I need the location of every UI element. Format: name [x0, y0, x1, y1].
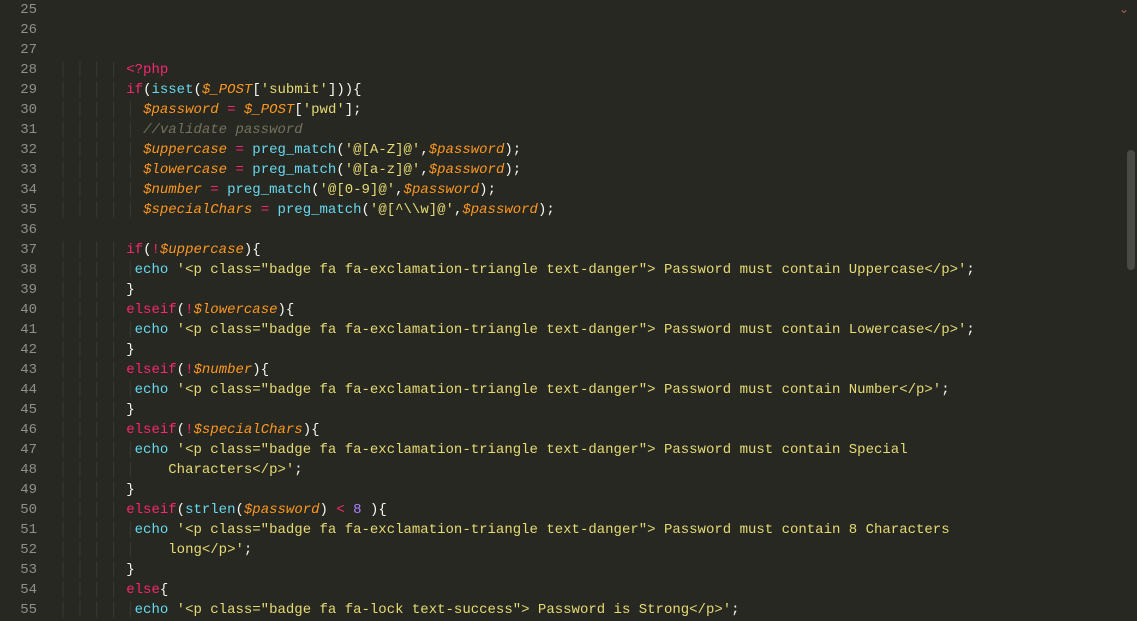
- code-line[interactable]: │ │ │ │ else{: [59, 580, 1137, 600]
- code-line[interactable]: │ │ │ │ │ $uppercase = preg_match('@[A-Z…: [59, 140, 1137, 160]
- code-line[interactable]: │ │ │ │ │ $specialChars = preg_match('@[…: [59, 200, 1137, 220]
- code-line[interactable]: │ │ │ │ }: [59, 480, 1137, 500]
- line-number: 45: [0, 400, 55, 420]
- code-line[interactable]: │ │ │ │ elseif(!$number){: [59, 360, 1137, 380]
- code-line[interactable]: │ │ │ │ │echo '<p class="badge fa fa-loc…: [59, 600, 1137, 620]
- code-line[interactable]: │ │ │ │ │ Characters</p>';: [59, 460, 1137, 480]
- vertical-scrollbar[interactable]: [1125, 0, 1137, 621]
- code-line[interactable]: │ │ │ │ elseif(strlen($password) < 8 ){: [59, 500, 1137, 520]
- line-number: 36: [0, 220, 55, 240]
- line-number: 55: [0, 600, 55, 620]
- line-number: 42: [0, 340, 55, 360]
- code-line[interactable]: │ │ │ │ │echo '<p class="badge fa fa-exc…: [59, 260, 1137, 280]
- code-line[interactable]: │ │ │ │ │echo '<p class="badge fa fa-exc…: [59, 440, 1137, 460]
- line-number: 29: [0, 80, 55, 100]
- code-line[interactable]: │ │ │ │ elseif(!$lowercase){: [59, 300, 1137, 320]
- line-number: 54: [0, 580, 55, 600]
- line-number: 47: [0, 440, 55, 460]
- code-line[interactable]: │ │ │ │ │echo '<p class="badge fa fa-exc…: [59, 520, 1137, 540]
- line-number: 46: [0, 420, 55, 440]
- line-number: 43: [0, 360, 55, 380]
- line-number: 41: [0, 320, 55, 340]
- code-line[interactable]: │ │ │ │ │ $number = preg_match('@[0-9]@'…: [59, 180, 1137, 200]
- line-number: 33: [0, 160, 55, 180]
- line-number: 27: [0, 40, 55, 60]
- line-number: 40: [0, 300, 55, 320]
- line-number: 39: [0, 280, 55, 300]
- code-line[interactable]: │ │ │ │ │ $lowercase = preg_match('@[a-z…: [59, 160, 1137, 180]
- line-number: 38: [0, 260, 55, 280]
- line-number: 26: [0, 20, 55, 40]
- line-number: 48: [0, 460, 55, 480]
- code-line[interactable]: │ │ │ │ }: [59, 400, 1137, 420]
- line-number: 49: [0, 480, 55, 500]
- code-line[interactable]: │ │ │ │ if(isset($_POST['submit'])){: [59, 80, 1137, 100]
- code-line[interactable]: │ │ │ │ }: [59, 340, 1137, 360]
- line-number: 34: [0, 180, 55, 200]
- code-editor[interactable]: 2526272829303132333435363738394041424344…: [0, 0, 1137, 621]
- line-number: 44: [0, 380, 55, 400]
- line-number: 52: [0, 540, 55, 560]
- scrollbar-thumb[interactable]: [1127, 150, 1135, 270]
- code-line[interactable]: │ │ │ │ │echo '<p class="badge fa fa-exc…: [59, 380, 1137, 400]
- code-line[interactable]: │ │ │ │ elseif(!$specialChars){: [59, 420, 1137, 440]
- code-line[interactable]: │ │ │ │ <?php: [59, 60, 1137, 80]
- line-number: 28: [0, 60, 55, 80]
- code-area[interactable]: ⌄ │ │ │ │ <?php│ │ │ │ if(isset($_POST['…: [55, 0, 1137, 621]
- line-number: 50: [0, 500, 55, 520]
- line-number: 31: [0, 120, 55, 140]
- line-number: 35: [0, 200, 55, 220]
- code-line[interactable]: │ │ │ │ │echo '<p class="badge fa fa-exc…: [59, 320, 1137, 340]
- code-line[interactable]: [59, 220, 1137, 240]
- line-number-gutter: 2526272829303132333435363738394041424344…: [0, 0, 55, 621]
- line-number: 53: [0, 560, 55, 580]
- code-line[interactable]: │ │ │ │ if(!$uppercase){: [59, 240, 1137, 260]
- code-line[interactable]: │ │ │ │ │ //validate password: [59, 120, 1137, 140]
- code-line[interactable]: │ │ │ │ }: [59, 280, 1137, 300]
- line-number: 30: [0, 100, 55, 120]
- code-line[interactable]: │ │ │ │ }: [59, 560, 1137, 580]
- code-line[interactable]: │ │ │ │ │ $password = $_POST['pwd'];: [59, 100, 1137, 120]
- line-number: 25: [0, 0, 55, 20]
- line-number: 32: [0, 140, 55, 160]
- line-number: 51: [0, 520, 55, 540]
- code-line[interactable]: │ │ │ │ │ long</p>';: [59, 540, 1137, 560]
- line-number: 37: [0, 240, 55, 260]
